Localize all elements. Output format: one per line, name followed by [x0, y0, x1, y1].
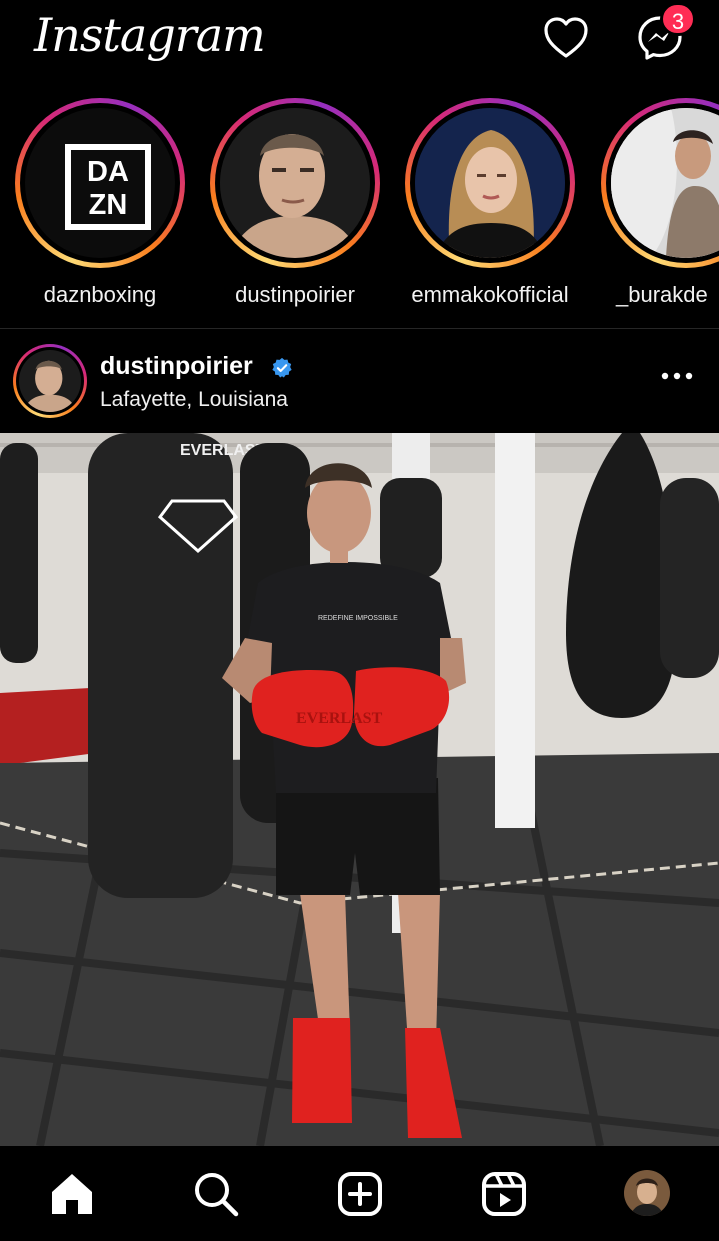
stories-divider	[0, 328, 719, 329]
post-author-avatar[interactable]	[13, 344, 87, 418]
top-bar: Instagram 3	[0, 0, 719, 90]
story-burakde[interactable]: _burakde	[596, 98, 719, 308]
heart-icon[interactable]	[542, 14, 590, 62]
profile-avatar[interactable]	[624, 1170, 670, 1216]
post-photo[interactable]: EVERLAST REDEFINE IMPOSSIBLE EVERLAST	[0, 433, 719, 1146]
shirt-text: REDEFINE IMPOSSIBLE	[318, 615, 398, 622]
reels-icon[interactable]	[480, 1170, 528, 1218]
story-username: dustinpoirier	[235, 282, 355, 307]
notification-badge: 3	[660, 2, 696, 36]
story-emmakokofficial[interactable]: emmakokofficial	[400, 98, 580, 308]
verified-badge-icon	[272, 357, 292, 378]
burakde-avatar	[611, 108, 719, 258]
emmakokofficial-avatar	[415, 108, 565, 258]
search-icon[interactable]	[192, 1170, 240, 1218]
story-daznboxing[interactable]: DA ZN daznboxing	[10, 98, 190, 308]
home-icon[interactable]	[48, 1170, 96, 1218]
post-username[interactable]: dustinpoirier	[100, 352, 253, 381]
stories-tray: DA ZN daznboxing dustinpoirier emmakokof…	[0, 98, 719, 318]
instagram-logo: Instagram	[34, 8, 266, 62]
story-dustinpoirier[interactable]: dustinpoirier	[205, 98, 385, 308]
story-username: emmakokofficial	[411, 282, 569, 307]
story-username: _burakde	[616, 282, 708, 307]
story-username: daznboxing	[43, 282, 157, 307]
create-post-icon[interactable]	[336, 1170, 384, 1218]
dustinpoirier-avatar	[220, 108, 370, 258]
post-location[interactable]: Lafayette, Louisiana	[100, 388, 288, 412]
glove-brand-text: EVERLAST	[296, 710, 383, 727]
more-options-icon[interactable]	[660, 368, 694, 384]
dazn-logo: DA ZN	[25, 108, 175, 258]
bottom-navigation	[0, 1146, 719, 1241]
post-header: dustinpoirier Lafayette, Louisiana	[0, 340, 719, 430]
